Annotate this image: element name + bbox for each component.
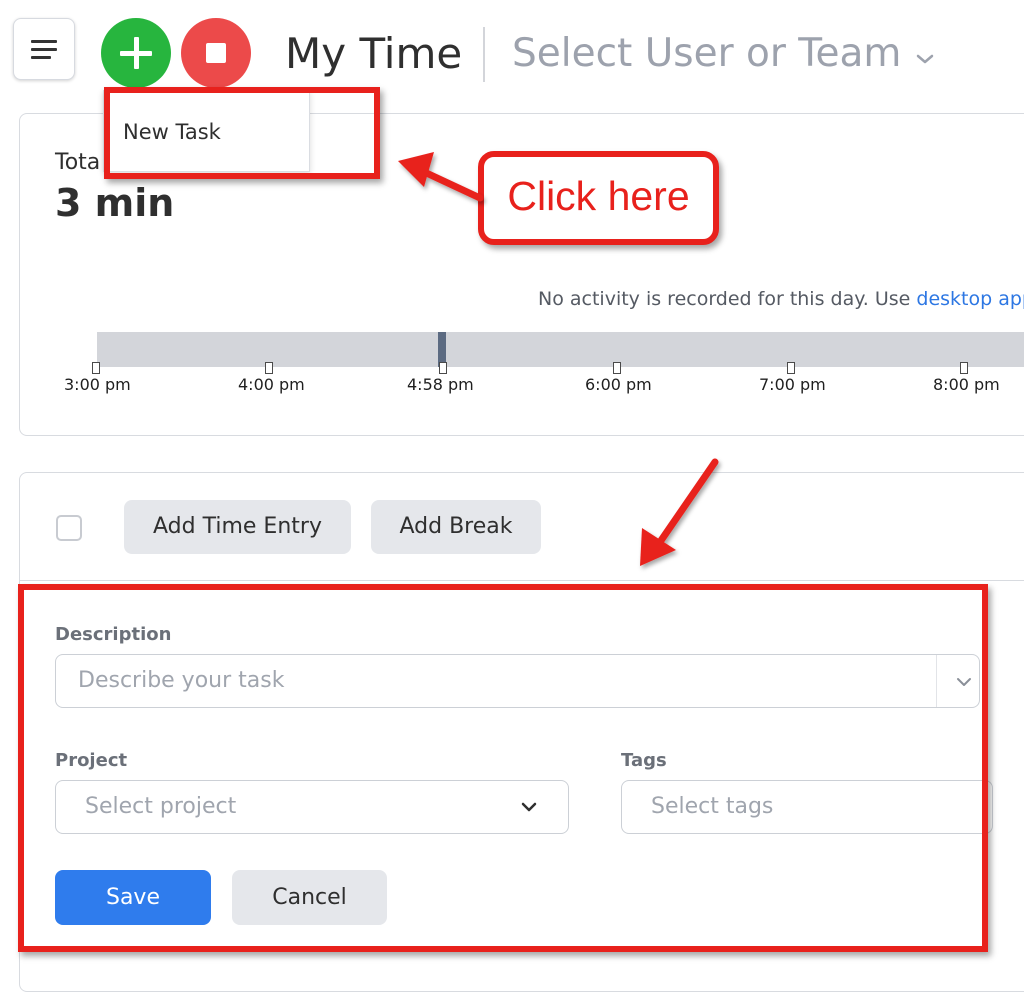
page-title: My Time	[285, 29, 463, 78]
timeline-tick	[92, 362, 100, 374]
user-team-select-label: Select User or Team	[512, 31, 902, 76]
total-value: 3 min	[55, 181, 175, 225]
stop-timer-button[interactable]	[181, 18, 251, 88]
activity-note-text: No activity is recorded for this day. Us…	[538, 288, 917, 310]
hamburger-menu-icon	[31, 40, 57, 59]
plus-icon	[120, 37, 152, 69]
timeline-tick-label: 4:00 pm	[238, 375, 305, 394]
chevron-down-icon	[915, 27, 935, 79]
callout-text: Click here	[507, 173, 690, 219]
select-all-checkbox[interactable]	[56, 515, 82, 541]
timeline-bar	[97, 332, 1024, 367]
divider	[19, 580, 1024, 581]
timeline-tick-label: 4:58 pm	[407, 375, 474, 394]
header-divider	[483, 27, 485, 82]
timeline-tick-label: 8:00 pm	[933, 375, 1000, 394]
activity-note: No activity is recorded for this day. Us…	[538, 286, 1024, 312]
total-label: Tota	[55, 150, 101, 175]
timeline-tick	[787, 362, 795, 374]
add-time-entry-button[interactable]: Add Time Entry	[124, 500, 351, 554]
menu-button[interactable]	[13, 18, 75, 80]
timeline-tick	[613, 362, 621, 374]
timeline-tick-label: 7:00 pm	[759, 375, 826, 394]
highlight-new-task	[104, 87, 380, 179]
timeline-tick	[439, 362, 447, 374]
timeline-tick-label: 3:00 pm	[64, 375, 131, 394]
highlight-task-form	[18, 584, 988, 952]
timeline-tick	[265, 362, 273, 374]
timeline-tick	[960, 362, 968, 374]
add-button[interactable]	[101, 18, 171, 88]
user-team-select[interactable]: Select User or Team	[512, 28, 935, 82]
add-break-button[interactable]: Add Break	[371, 500, 541, 554]
timeline-tick-label: 6:00 pm	[585, 375, 652, 394]
stop-square-icon	[206, 43, 226, 63]
desktop-app-link[interactable]: desktop app	[916, 288, 1024, 310]
